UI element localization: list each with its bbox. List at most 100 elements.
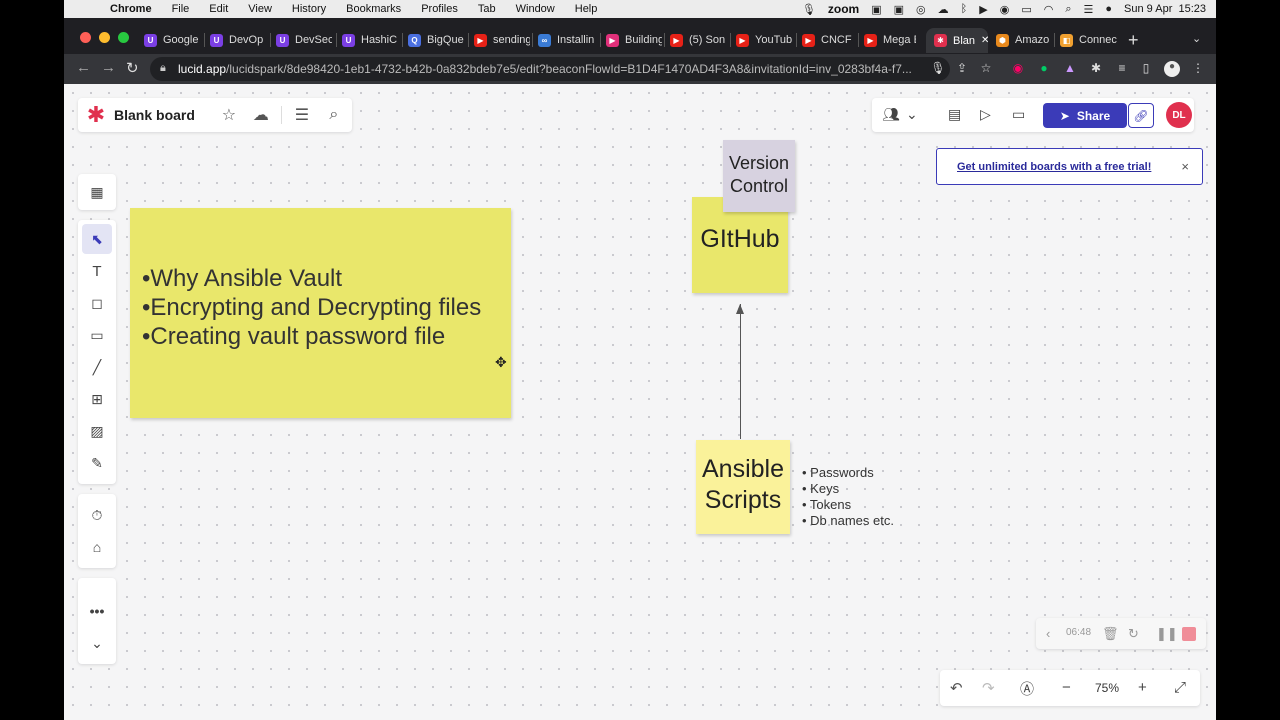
side-panel-icon[interactable]: ▯ (1138, 61, 1154, 77)
pen-tool-icon[interactable]: ✎ (82, 448, 112, 478)
menu-window[interactable]: Window (516, 3, 555, 15)
browser-tab[interactable]: U DevOp (210, 29, 266, 51)
extensions-puzzle-icon[interactable]: ✱ (1088, 61, 1104, 77)
menu-history[interactable]: History (292, 3, 326, 15)
line-tool-icon[interactable]: ╱ (82, 352, 112, 382)
browser-tab[interactable]: Q BigQue (408, 29, 464, 51)
sticky-note-topics[interactable]: •Why Ansible Vault •Encrypting and Decry… (130, 208, 511, 418)
cloud-status-icon[interactable]: ☁ (938, 3, 949, 16)
back-arrow-icon[interactable]: ← (76, 59, 91, 76)
browser-tab[interactable]: ◧ Connec (1060, 29, 1118, 51)
share-page-icon[interactable]: ⇪ (954, 61, 970, 77)
chevron-left-icon[interactable]: ‹ (1046, 626, 1050, 641)
close-tab-icon[interactable]: ✕ (981, 35, 988, 46)
microphone-icon[interactable]: 🎙 (802, 3, 816, 16)
stop-recording-button[interactable] (1182, 627, 1196, 641)
browser-tab[interactable]: ✱ Blan ✕ (926, 28, 988, 53)
zoom-window-button[interactable] (118, 32, 129, 43)
close-window-button[interactable] (80, 32, 91, 43)
star-icon[interactable]: ☆ (213, 105, 245, 125)
chrome-menu-icon[interactable]: ⋮ (1190, 61, 1206, 77)
user-status-icon[interactable]: ◉ (1000, 3, 1010, 16)
text-tool-icon[interactable]: T (82, 256, 112, 286)
forward-arrow-icon[interactable]: → (101, 59, 116, 76)
browser-tab[interactable]: ▶ YouTub (736, 29, 792, 51)
whiteboard-canvas[interactable]: ✱ Blank board ☆ ☁ ☰ ⌕ 👥︎ ⌄ ▤ ▷ ▭ ➤ Share… (64, 84, 1216, 720)
shape-tool-icon[interactable]: ▭ (82, 320, 112, 350)
timer-icon[interactable]: ⏱ (82, 500, 112, 530)
trash-icon[interactable]: 🗑︎ (1102, 626, 1119, 642)
menu-tab[interactable]: Tab (478, 3, 496, 15)
undo-icon[interactable]: ↶ (950, 679, 963, 697)
spotlight-search-icon[interactable]: ⌕ (1065, 3, 1071, 16)
bookmark-star-icon[interactable]: ☆ (978, 61, 994, 77)
comment-icon[interactable]: ▤ (948, 106, 961, 123)
browser-tab[interactable]: ▶ sending (474, 29, 530, 51)
search-icon[interactable]: ⌕ (318, 106, 350, 124)
browser-tab[interactable]: U Google (144, 29, 200, 51)
play-status-icon[interactable]: ▶ (979, 3, 987, 16)
fullscreen-icon[interactable]: ⤢ (1174, 679, 1186, 696)
bluetooth-icon[interactable]: ᛒ (961, 3, 968, 15)
menu-profiles[interactable]: Profiles (421, 3, 458, 15)
browser-tab[interactable]: ▶ CNCF S (802, 29, 854, 51)
menu-bookmarks[interactable]: Bookmarks (346, 3, 401, 15)
browser-tab[interactable]: ▶ Mega E (864, 29, 916, 51)
close-banner-icon[interactable]: × (1181, 159, 1189, 174)
menu-view[interactable]: View (248, 3, 272, 15)
restart-icon[interactable]: ↻ (1128, 626, 1139, 642)
select-tool-icon[interactable]: ⬉ (82, 224, 112, 254)
image-tool-icon[interactable]: ▨ (82, 416, 112, 446)
cloud-sync-icon[interactable]: ☁ (245, 105, 277, 125)
menu-hamburger-icon[interactable]: ☰ (286, 105, 318, 125)
browser-tab[interactable]: U DevSec (276, 29, 332, 51)
new-tab-button[interactable]: + (1128, 30, 1139, 51)
free-trial-link[interactable]: Get unlimited boards with a free trial! (957, 161, 1151, 173)
sticky-note-ansible-scripts[interactable]: Ansible Scripts (696, 440, 790, 534)
zoom-status-label[interactable]: zoom (828, 2, 859, 16)
reload-icon[interactable]: ↻ (126, 59, 139, 77)
browser-tab[interactable]: ∞ Installin (538, 29, 596, 51)
frame-tool-icon[interactable]: ⊞ (82, 384, 112, 414)
sticky-note-version-control[interactable]: Version Control (723, 140, 795, 212)
menu-edit[interactable]: Edit (209, 3, 228, 15)
zoom-level[interactable]: 75% (1095, 681, 1119, 695)
menu-app-name[interactable]: Chrome (110, 3, 152, 15)
menu-file[interactable]: File (172, 3, 190, 15)
collaborators-icon[interactable]: 👥︎ (882, 106, 900, 123)
extension-icon-3[interactable]: ▲ (1062, 61, 1078, 77)
tab-search-chevron-icon[interactable]: ⌄ (1192, 32, 1201, 45)
extension-icon-1[interactable]: ◉ (1010, 61, 1026, 77)
templates-icon[interactable]: ▦ (82, 177, 112, 207)
battery-icon[interactable]: ▭ (1021, 3, 1031, 16)
pause-icon[interactable]: ❚❚ (1156, 626, 1178, 642)
present-icon[interactable]: ▷ (980, 106, 991, 123)
menubar-datetime[interactable]: Sun 9 Apr 15:23 (1124, 3, 1206, 15)
status-app-icon-2[interactable]: ▣ (894, 3, 904, 16)
siri-icon[interactable]: ● (1105, 3, 1112, 15)
menu-help[interactable]: Help (575, 3, 598, 15)
browser-tab[interactable]: ▶ (5) Son (670, 29, 726, 51)
browser-tab[interactable]: ⬢ Amazo (996, 29, 1050, 51)
redo-icon[interactable]: ↷ (982, 679, 995, 697)
url-text[interactable]: lucid.app/lucidspark/8de98420-1eb1-4732-… (178, 62, 918, 76)
chevron-down-icon[interactable]: ⌄ (906, 106, 918, 123)
profile-avatar-icon[interactable]: ● (1164, 61, 1180, 77)
copy-link-button[interactable]: 🔗︎ (1128, 103, 1154, 128)
collapse-chevron-icon[interactable]: ⌄ (82, 628, 112, 658)
lucid-logo-icon[interactable]: ✱ (78, 102, 114, 128)
more-options-icon[interactable]: ••• (82, 596, 112, 626)
url-omnibox[interactable]: 🔒︎ lucid.app/lucidspark/8de98420-1eb1-47… (150, 57, 950, 81)
lock-icon[interactable]: 🔒︎ (160, 62, 166, 75)
sticky-note-tool-icon[interactable]: ◻ (82, 288, 112, 318)
minimize-window-button[interactable] (99, 32, 110, 43)
zoom-in-icon[interactable]: + (1138, 679, 1147, 696)
status-app-icon-3[interactable]: ◎ (916, 3, 926, 16)
share-button[interactable]: ➤ Share (1043, 103, 1127, 128)
mic-icon[interactable]: 🎙 (930, 61, 946, 77)
user-avatar[interactable]: DL (1166, 102, 1192, 128)
video-call-icon[interactable]: ▭ (1012, 106, 1025, 123)
reading-list-icon[interactable]: ≡ (1114, 61, 1130, 77)
board-title[interactable]: Blank board (114, 107, 195, 123)
grammarly-icon[interactable]: ● (1036, 61, 1052, 77)
